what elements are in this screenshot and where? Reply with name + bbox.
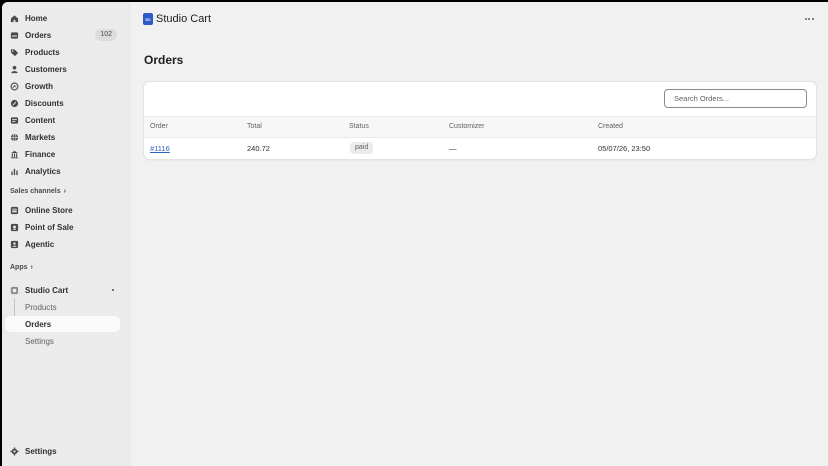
globe-icon — [10, 133, 19, 142]
gear-icon — [10, 446, 19, 456]
app-frame: Home Orders 102 Products Customers Growt… — [0, 0, 828, 466]
sidebar-item-markets[interactable]: Markets — [5, 129, 120, 145]
agentic-icon — [10, 240, 19, 249]
sidebar-item-label: Discounts — [25, 98, 64, 108]
column-header-customizer[interactable]: Customizer — [449, 123, 484, 130]
dot-icon — [804, 18, 807, 20]
orders-count-badge: 102 — [95, 29, 117, 41]
sidebar-item-finance[interactable]: Finance — [5, 146, 120, 162]
app-header: SC Studio Cart — [143, 13, 211, 25]
sidebar-subitem-label: Settings — [25, 336, 54, 346]
content-icon — [10, 116, 19, 125]
status-badge: paid — [350, 142, 374, 154]
sidebar-item-label: Finance — [25, 149, 56, 159]
dot-icon — [808, 18, 810, 20]
order-total: 240.72 — [247, 144, 270, 153]
pos-icon — [10, 223, 19, 232]
sidebar-item-label: Orders — [25, 30, 52, 40]
main-content: SC Studio Cart Orders Order Total Status… — [131, 2, 828, 466]
page-title: Orders — [144, 53, 184, 67]
sidebar-item-label: Studio Cart — [25, 285, 69, 295]
sales-channels-heading[interactable]: Sales channels › — [10, 188, 66, 195]
sidebar-item-label: Settings — [25, 446, 57, 456]
sidebar-item-growth[interactable]: Growth — [5, 78, 120, 94]
more-actions-button[interactable] — [802, 12, 816, 26]
sidebar-item-orders[interactable]: Orders 102 — [5, 27, 120, 43]
column-header-status[interactable]: Status — [349, 123, 369, 130]
sidebar-subitem-products[interactable]: Products — [5, 299, 120, 315]
app-window: Home Orders 102 Products Customers Growt… — [2, 2, 828, 466]
sidebar-item-home[interactable]: Home — [5, 10, 120, 26]
sidebar-item-label: Analytics — [25, 166, 61, 176]
dot-icon — [811, 18, 814, 20]
discount-icon — [10, 99, 19, 108]
pin-dot-icon — [112, 289, 114, 291]
chevron-right-icon: › — [63, 188, 66, 195]
sidebar-item-analytics[interactable]: Analytics — [5, 163, 120, 179]
search-orders-input[interactable] — [664, 89, 807, 108]
apps-heading[interactable]: Apps › — [10, 264, 33, 271]
column-header-total[interactable]: Total — [247, 123, 262, 130]
sidebar-item-point-of-sale[interactable]: Point of Sale — [5, 219, 120, 235]
app-icon — [10, 286, 19, 295]
sidebar-item-products[interactable]: Products — [5, 44, 120, 60]
sidebar-item-agentic[interactable]: Agentic — [5, 236, 120, 252]
order-link[interactable]: #1116 — [150, 144, 170, 153]
sidebar-item-label: Markets — [25, 132, 56, 142]
chevron-right-icon: › — [30, 264, 33, 271]
sidebar-item-label: Products — [25, 47, 60, 57]
sidebar-item-customers[interactable]: Customers — [5, 61, 120, 77]
sidebar-item-label: Customers — [25, 64, 67, 74]
sidebar-item-label: Content — [25, 115, 56, 125]
sidebar-item-label: Home — [25, 13, 48, 23]
growth-icon — [10, 82, 19, 91]
sidebar-item-online-store[interactable]: Online Store — [5, 202, 120, 218]
order-created: 05/07/26, 23:50 — [598, 144, 651, 153]
sidebar: Home Orders 102 Products Customers Growt… — [2, 2, 131, 466]
orders-card: Order Total Status Customizer Created #1… — [144, 82, 816, 159]
orders-icon — [10, 31, 19, 40]
sidebar-item-label: Agentic — [25, 239, 55, 249]
order-customizer: — — [449, 144, 457, 153]
home-icon — [10, 14, 19, 23]
person-icon — [10, 65, 19, 74]
sidebar-subitem-orders[interactable]: Orders — [5, 316, 120, 332]
sidebar-subitem-settings[interactable]: Settings — [5, 333, 120, 349]
sidebar-item-discounts[interactable]: Discounts — [5, 95, 120, 111]
sidebar-item-label: Point of Sale — [25, 222, 74, 232]
sidebar-item-content[interactable]: Content — [5, 112, 120, 128]
column-header-created[interactable]: Created — [598, 123, 623, 130]
sidebar-item-label: Online Store — [25, 205, 73, 215]
sidebar-subitem-label: Products — [25, 302, 57, 312]
sidebar-item-studio-cart[interactable]: Studio Cart — [5, 282, 120, 298]
column-header-order[interactable]: Order — [150, 123, 168, 130]
studio-cart-logo: SC — [143, 13, 153, 25]
sidebar-item-settings[interactable]: Settings — [5, 443, 120, 459]
tag-icon — [10, 48, 19, 57]
bank-icon — [10, 150, 19, 159]
app-title: Studio Cart — [156, 13, 212, 25]
store-icon — [10, 206, 19, 215]
sidebar-subitem-label: Orders — [25, 319, 52, 329]
table-header: Order Total Status Customizer Created — [144, 116, 816, 138]
sidebar-item-label: Growth — [25, 81, 53, 91]
table-row[interactable]: #1116 240.72 paid — 05/07/26, 23:50 — [144, 138, 816, 159]
bar-chart-icon — [10, 167, 19, 176]
